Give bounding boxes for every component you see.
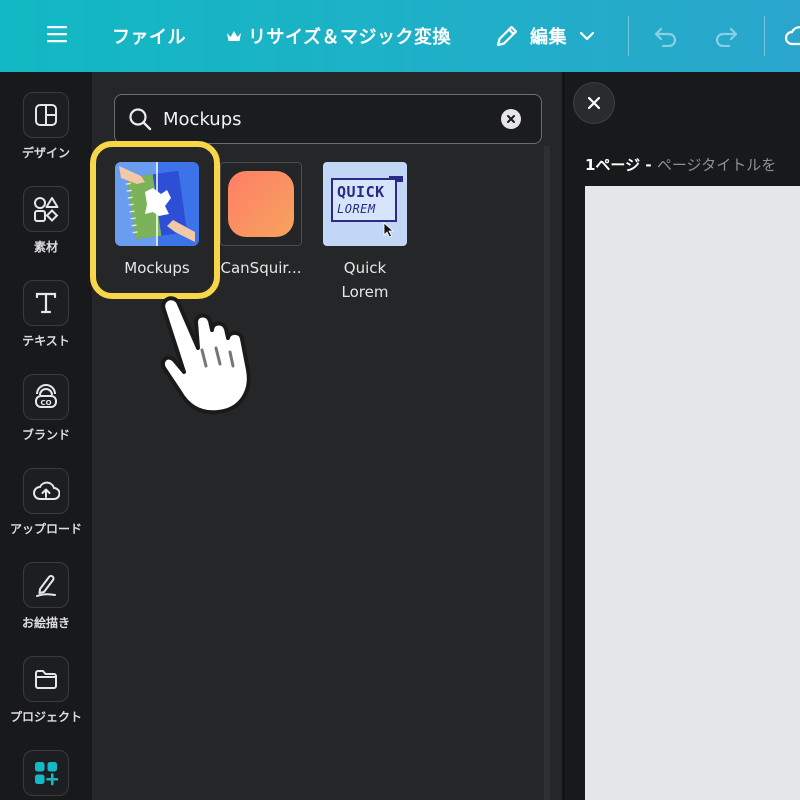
cansquircle-thumbnail [220, 162, 302, 246]
elements-shapes-icon [23, 186, 69, 232]
undo-button[interactable] [650, 0, 682, 72]
search-input[interactable] [163, 108, 483, 130]
left-nav-rail: デザイン 素材 テキスト CO ブランド アップロード お絵描き プロジェクト [0, 72, 92, 800]
panel-scrollbar[interactable] [544, 146, 550, 800]
close-panel-button[interactable] [573, 82, 615, 124]
page-title[interactable]: 1ページ - ページタイトルを [585, 154, 776, 175]
cloud-icon [784, 26, 800, 46]
sidebar-item-text[interactable]: テキスト [0, 280, 92, 349]
toolbar-divider [764, 16, 765, 56]
search-box [114, 94, 542, 144]
sidebar-item-label: プロジェクト [9, 710, 82, 724]
sidebar-item-label: ブランド [21, 428, 70, 442]
sidebar-item-design[interactable]: デザイン [0, 92, 92, 161]
app-result-label: Quick Lorem [341, 259, 389, 301]
app-result-quick-lorem[interactable]: QUICK LOREM Quick Lorem [322, 162, 408, 304]
squircle-shape [228, 171, 294, 237]
page-number: 1ページ - [585, 156, 657, 174]
main-menu-button[interactable] [40, 0, 74, 72]
undo-icon [654, 27, 677, 47]
sidebar-item-elements[interactable]: 素材 [0, 186, 92, 255]
top-toolbar: ファイル リサイズ＆マジック変換 編集 [0, 0, 800, 72]
resize-magic-label: リサイズ＆マジック変換 [248, 27, 451, 48]
page-title-placeholder: ページタイトルを [656, 156, 777, 174]
sidebar-item-apps[interactable] [0, 750, 92, 796]
pencil-icon [496, 25, 518, 47]
chevron-down-icon [579, 31, 605, 41]
quick-lorem-thumbnail: QUICK LOREM [323, 162, 407, 246]
sidebar-item-draw[interactable]: お絵描き [0, 562, 92, 631]
app-result-mockups[interactable]: Mockups [114, 162, 200, 280]
file-menu-button[interactable]: ファイル [112, 0, 186, 72]
sidebar-item-label: デザイン [21, 146, 70, 160]
cloud-save-button[interactable] [784, 0, 800, 72]
sidebar-item-brand[interactable]: CO ブランド [0, 374, 92, 443]
redo-icon [715, 27, 738, 47]
draw-pen-icon [23, 562, 69, 608]
apps-grid-icon [23, 750, 69, 796]
editor-canvas-area: 1ページ - ページタイトルを [565, 72, 800, 800]
cursor-arrow-icon [383, 222, 395, 238]
resize-magic-button[interactable]: リサイズ＆マジック変換 [226, 0, 451, 72]
sidebar-item-projects[interactable]: プロジェクト [0, 656, 92, 725]
file-menu-label: ファイル [112, 27, 186, 48]
brand-icon: CO [23, 374, 69, 420]
cloud-upload-icon [23, 468, 69, 514]
design-layout-icon [23, 92, 69, 138]
clear-x-icon [507, 115, 515, 123]
hamburger-icon [46, 25, 68, 47]
sidebar-item-uploads[interactable]: アップロード [0, 468, 92, 537]
mockups-thumbnail [115, 162, 199, 246]
apps-search-panel: Mockups CanSquir... QUICK LOREM QuickLor… [92, 72, 562, 800]
search-icon [127, 106, 153, 132]
sidebar-item-label: アップロード [9, 522, 82, 536]
quick-lorem-thumb-text: LOREM [337, 202, 376, 216]
app-result-label: Mockups [124, 259, 190, 277]
sidebar-item-label: テキスト [22, 334, 70, 348]
redo-button[interactable] [710, 0, 742, 72]
sidebar-item-label: 素材 [33, 240, 58, 254]
toolbar-divider [628, 16, 629, 56]
folder-icon [23, 656, 69, 702]
svg-text:CO: CO [40, 399, 51, 407]
edit-mode-button[interactable]: 編集 [494, 0, 605, 72]
crown-icon [226, 29, 242, 43]
clear-search-button[interactable] [501, 109, 521, 129]
edit-mode-label: 編集 [530, 27, 567, 48]
close-icon [587, 96, 601, 110]
text-t-icon [23, 280, 69, 326]
design-page[interactable] [585, 186, 800, 800]
quick-lorem-thumb-text: QUICK [337, 183, 385, 201]
app-result-cansquircle[interactable]: CanSquir... [218, 162, 304, 280]
sidebar-item-label: お絵描き [21, 616, 70, 630]
app-result-label: CanSquir... [220, 259, 302, 277]
